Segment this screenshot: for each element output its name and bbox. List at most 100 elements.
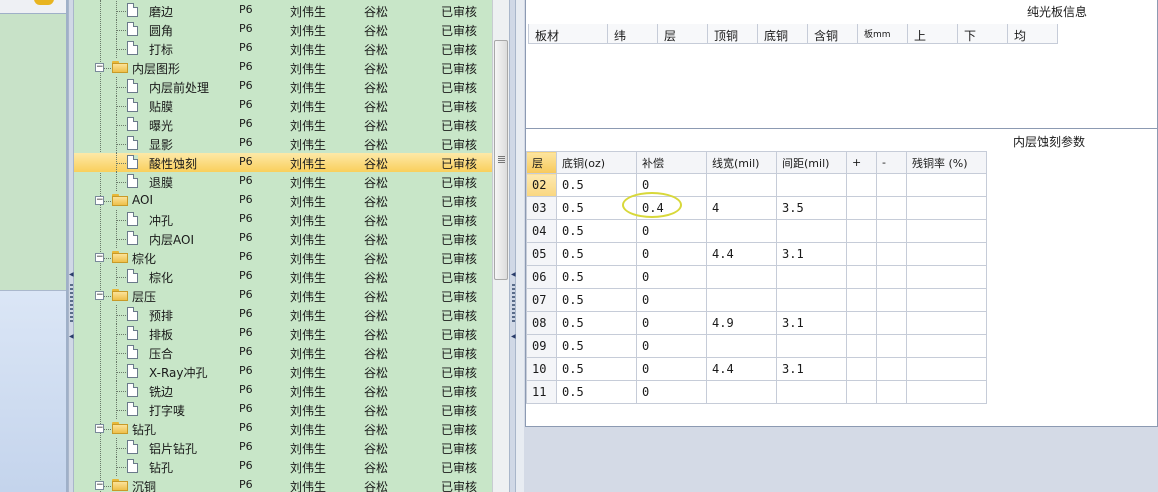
tree-item-row[interactable]: 退膜 P6 刘伟生 谷松 已审核	[74, 172, 492, 191]
collapse-toggle-icon[interactable]: −	[95, 253, 104, 262]
board-info-col-header[interactable]: 纬	[608, 24, 658, 44]
etch-cell[interactable]	[906, 265, 987, 289]
etch-cell[interactable]: 0.5	[556, 380, 637, 404]
etch-cell[interactable]	[906, 380, 987, 404]
etch-cell[interactable]: 3.5	[776, 196, 847, 220]
etch-col-header[interactable]: 层	[526, 151, 557, 174]
etch-row[interactable]: 03 0.5 0.4 4 3.5	[526, 196, 987, 220]
etch-cell[interactable]	[846, 219, 877, 243]
etch-cell[interactable]: 3.1	[776, 242, 847, 266]
etch-params-grid[interactable]: 层底铜(oz) 补偿 线宽(mil) 间距(mil) + - 残铜率 (%) 02 0.5 0 03…	[526, 151, 987, 404]
tree-item-row[interactable]: 曝光 P6 刘伟生 谷松 已审核	[74, 115, 492, 134]
collapse-toggle-icon[interactable]: −	[95, 424, 104, 433]
etch-cell[interactable]	[906, 311, 987, 335]
tree-item-row[interactable]: 铣边 P6 刘伟生 谷松 已审核	[74, 381, 492, 400]
tree-folder-row[interactable]: − AOI P6 刘伟生 谷松 已审核	[74, 191, 492, 210]
etch-cell[interactable]: 0	[636, 380, 707, 404]
etch-cell[interactable]: 0	[636, 311, 707, 335]
tree-folder-row[interactable]: − 内层图形 P6 刘伟生 谷松 已审核	[74, 58, 492, 77]
etch-cell[interactable]	[776, 288, 847, 312]
tree-folder-row[interactable]: − 棕化 P6 刘伟生 谷松 已审核	[74, 248, 492, 267]
etch-cell[interactable]: 4	[706, 196, 777, 220]
etch-cell[interactable]: 0	[636, 242, 707, 266]
etch-cell[interactable]: 0	[636, 288, 707, 312]
etch-cell[interactable]: 3.1	[776, 357, 847, 381]
etch-cell[interactable]: 4.4	[706, 357, 777, 381]
splitter-grip-icon[interactable]	[70, 284, 73, 324]
etch-cell[interactable]	[846, 288, 877, 312]
etch-cell[interactable]	[776, 380, 847, 404]
tree-item-row[interactable]: 圆角 P6 刘伟生 谷松 已审核	[74, 20, 492, 39]
board-info-col-header[interactable]: 下	[958, 24, 1008, 44]
etch-cell[interactable]	[846, 311, 877, 335]
collapse-toggle-icon[interactable]: −	[95, 291, 104, 300]
etch-cell[interactable]	[706, 288, 777, 312]
etch-col-header[interactable]: +	[846, 151, 877, 174]
etch-row[interactable]: 08 0.5 0 4.9 3.1	[526, 311, 987, 335]
tree-item-row[interactable]: 打标 P6 刘伟生 谷松 已审核	[74, 39, 492, 58]
etch-cell[interactable]: 0.5	[556, 288, 637, 312]
tree-item-row[interactable]: 内层AOI P6 刘伟生 谷松 已审核	[74, 229, 492, 248]
tree-item-row[interactable]: 压合 P6 刘伟生 谷松 已审核	[74, 343, 492, 362]
etch-layer-cell[interactable]: 02	[526, 173, 557, 197]
nav-tile[interactable]	[0, 0, 66, 14]
etch-cell[interactable]: 0	[636, 357, 707, 381]
collapse-toggle-icon[interactable]: −	[95, 63, 104, 72]
etch-cell[interactable]: 0	[636, 265, 707, 289]
etch-cell[interactable]: 4.9	[706, 311, 777, 335]
etch-cell[interactable]	[906, 219, 987, 243]
etch-row[interactable]: 11 0.5 0	[526, 380, 987, 404]
board-info-col-header[interactable]: 含铜	[808, 24, 858, 44]
etch-cell[interactable]	[846, 357, 877, 381]
etch-cell[interactable]	[876, 265, 907, 289]
board-info-col-header[interactable]: 板材	[528, 24, 608, 44]
etch-row[interactable]: 09 0.5 0	[526, 334, 987, 358]
etch-cell[interactable]	[876, 288, 907, 312]
etch-cell[interactable]	[846, 334, 877, 358]
etch-col-header[interactable]: 补偿	[636, 151, 707, 174]
tree-item-row[interactable]: 冲孔 P6 刘伟生 谷松 已审核	[74, 210, 492, 229]
etch-cell[interactable]	[876, 311, 907, 335]
tree-scrollbar[interactable]	[492, 0, 509, 492]
etch-cell[interactable]	[706, 334, 777, 358]
etch-layer-cell[interactable]: 10	[526, 357, 557, 381]
etch-cell[interactable]	[846, 242, 877, 266]
etch-cell[interactable]	[876, 357, 907, 381]
board-info-col-header[interactable]: 顶铜	[708, 24, 758, 44]
tree-item-row[interactable]: 打字唛 P6 刘伟生 谷松 已审核	[74, 400, 492, 419]
etch-cell[interactable]: 0.5	[556, 265, 637, 289]
etch-cell[interactable]	[846, 173, 877, 197]
etch-cell[interactable]	[706, 173, 777, 197]
board-info-col-header[interactable]: 上	[908, 24, 958, 44]
etch-cell[interactable]	[876, 196, 907, 220]
board-info-col-header[interactable]: 板mm	[858, 24, 908, 44]
tree-item-row[interactable]: 铝片钻孔 P6 刘伟生 谷松 已审核	[74, 438, 492, 457]
tree-item-row[interactable]: 棕化 P6 刘伟生 谷松 已审核	[74, 267, 492, 286]
etch-layer-cell[interactable]: 05	[526, 242, 557, 266]
etch-row[interactable]: 05 0.5 0 4.4 3.1	[526, 242, 987, 266]
etch-cell[interactable]	[776, 173, 847, 197]
etch-row[interactable]: 02 0.5 0	[526, 173, 987, 197]
tree-item-row[interactable]: 酸性蚀刻 P6 刘伟生 谷松 已审核	[74, 153, 492, 172]
etch-cell[interactable]	[876, 334, 907, 358]
tree-item-row[interactable]: 磨边 P6 刘伟生 谷松 已审核	[74, 1, 492, 20]
board-info-col-header[interactable]: 层	[658, 24, 708, 44]
etch-col-header[interactable]: 间距(mil)	[776, 151, 847, 174]
etch-cell[interactable]: 3.1	[776, 311, 847, 335]
etch-row[interactable]: 04 0.5 0	[526, 219, 987, 243]
etch-layer-cell[interactable]: 07	[526, 288, 557, 312]
etch-cell[interactable]	[906, 357, 987, 381]
process-tree[interactable]: 磨边 P6 刘伟生 谷松 已审核 圆角 P6 刘伟生 谷松 已审核 打标 P6 刘伟生 谷松 已审核 − 内层图…	[74, 0, 492, 492]
etch-cell[interactable]: 4.4	[706, 242, 777, 266]
etch-row[interactable]: 10 0.5 0 4.4 3.1	[526, 357, 987, 381]
etch-cell[interactable]	[876, 173, 907, 197]
board-info-col-header[interactable]: 底铜	[758, 24, 808, 44]
tree-item-row[interactable]: X-Ray冲孔 P6 刘伟生 谷松 已审核	[74, 362, 492, 381]
etch-cell[interactable]: 0.5	[556, 219, 637, 243]
tree-item-row[interactable]: 贴膜 P6 刘伟生 谷松 已审核	[74, 96, 492, 115]
tree-item-row[interactable]: 内层前处理 P6 刘伟生 谷松 已审核	[74, 77, 492, 96]
etch-cell[interactable]	[846, 265, 877, 289]
etch-cell[interactable]	[906, 173, 987, 197]
etch-cell[interactable]	[776, 219, 847, 243]
tree-item-row[interactable]: 显影 P6 刘伟生 谷松 已审核	[74, 134, 492, 153]
